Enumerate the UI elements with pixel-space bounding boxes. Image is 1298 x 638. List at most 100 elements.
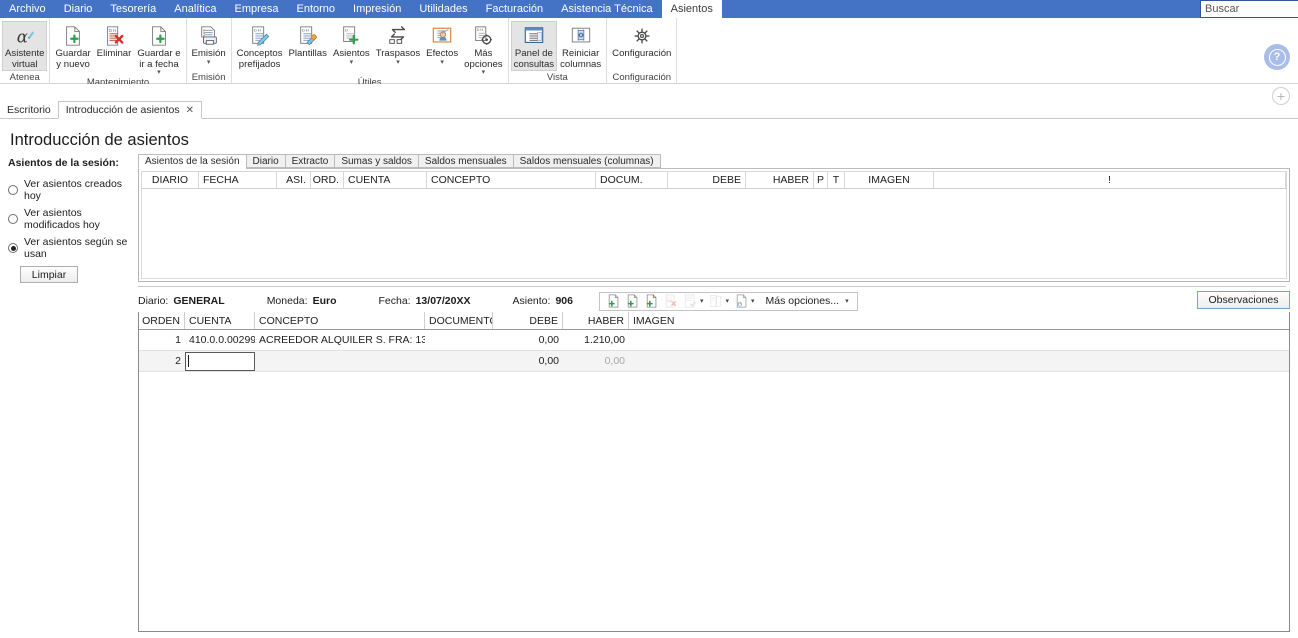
cell-haber[interactable]: 1.210,00 <box>563 330 629 350</box>
ribbon-button-conceptos-prefijados[interactable]: D H Conceptos prefijados <box>234 21 286 70</box>
ribbon-button-plantillas[interactable]: D H Plantillas <box>286 21 330 60</box>
ribbon-button-panel-de-consultas[interactable]: Panel de consultas <box>510 21 558 71</box>
radio-button-icon[interactable] <box>8 185 18 195</box>
account-cell-editor[interactable] <box>185 351 255 371</box>
chevron-down-icon[interactable]: ▾ <box>440 59 444 66</box>
search-input[interactable] <box>1201 1 1298 17</box>
column-header-haber[interactable]: HABER <box>746 172 814 188</box>
document-tab-introducci-n-de-asientos[interactable]: Introducción de asientos ✕ <box>57 101 202 119</box>
cell-haber[interactable]: 0,00 <box>563 351 629 371</box>
column-header-docum-[interactable]: DOCUM. <box>596 172 668 188</box>
entry-line-row[interactable]: 1 410.0.0.00299 ACREEDOR ALQUILER S. FRA: … <box>139 330 1289 351</box>
menu-item-utilidades[interactable]: Utilidades <box>410 0 476 18</box>
ribbon-button-emisi-n[interactable]: Emisión ▾ <box>189 21 229 66</box>
cell-imagen[interactable] <box>629 330 1289 350</box>
entry-lines-empty-area[interactable] <box>139 372 1289 631</box>
query-tab-asientos-de-la-sesi-n[interactable]: Asientos de la sesión <box>138 154 246 169</box>
query-tab-extracto[interactable]: Extracto <box>284 154 335 168</box>
close-icon[interactable]: ✕ <box>186 105 194 116</box>
line-column-header-debe[interactable]: DEBE <box>493 312 563 329</box>
ribbon-button-guardar-e-ir-a-fecha[interactable]: Guardar e ir a fecha ▾ <box>134 21 183 76</box>
ribbon-button-traspasos[interactable]: Traspasos ▾ <box>373 21 423 66</box>
chevron-down-icon[interactable]: ▾ <box>350 59 354 66</box>
help-icon[interactable]: ? <box>1264 44 1290 70</box>
entry-line-row[interactable]: 2 0,00 0,00 <box>139 351 1289 372</box>
menu-item-impresi-n[interactable]: Impresión <box>344 0 410 18</box>
menu-item-diario[interactable]: Diario <box>55 0 102 18</box>
radio-option-0[interactable]: Ver asientos creados hoy <box>8 178 134 202</box>
line-column-header-imagen[interactable]: IMAGEN <box>629 312 1289 329</box>
chevron-down-icon[interactable]: ▾ <box>725 297 729 305</box>
more-options-dropdown[interactable]: Más opciones... ▾ <box>766 295 852 307</box>
menu-item-facturaci-n[interactable]: Facturación <box>477 0 552 18</box>
chevron-down-icon[interactable]: ▾ <box>482 69 486 76</box>
cell-debe[interactable]: 0,00 <box>493 330 563 350</box>
query-tab-diario[interactable]: Diario <box>245 154 285 168</box>
clear-button[interactable]: Limpiar <box>20 266 78 283</box>
session-entries-grid[interactable]: DIARIO FECHA ASI. ORD. CUENTA CONCEPTO DOCUM. D… <box>141 171 1287 279</box>
column-header-debe[interactable]: DEBE <box>668 172 746 188</box>
ribbon-button-guardar-y-nuevo[interactable]: Guardar y nuevo <box>52 21 93 70</box>
document-tab-escritorio[interactable]: Escritorio <box>0 101 58 118</box>
cell-cuenta[interactable]: 410.0.0.00299 <box>185 330 255 350</box>
chevron-down-icon[interactable]: ▾ <box>396 59 400 66</box>
observations-button[interactable]: Observaciones <box>1197 291 1290 309</box>
menu-item-asientos[interactable]: Asientos <box>661 0 722 18</box>
column-header-imagen[interactable]: IMAGEN <box>845 172 934 188</box>
radio-option-2[interactable]: Ver asientos según se usan <box>8 236 134 260</box>
ribbon-button-efectos[interactable]: Efectos ▾ <box>423 21 461 66</box>
copy-doc-green-icon[interactable] <box>625 293 642 310</box>
radio-button-icon[interactable] <box>8 214 18 224</box>
ribbon-button-m-s-opciones[interactable]: D H Más opciones ▾ <box>461 21 505 76</box>
cell-concepto[interactable]: ACREEDOR ALQUILER S. FRA: 130701 <box>255 330 425 350</box>
column-header-ord-[interactable]: ORD. <box>311 172 344 188</box>
chevron-down-icon[interactable]: ▾ <box>845 297 849 305</box>
ribbon-button-asientos[interactable]: D Asientos ▾ <box>330 21 373 66</box>
chevron-down-icon[interactable]: ▾ <box>700 297 704 305</box>
query-tab-sumas-y-saldos[interactable]: Sumas y saldos <box>334 154 418 168</box>
chevron-down-icon[interactable]: ▾ <box>157 69 161 76</box>
column-header-fecha[interactable]: FECHA <box>199 172 277 188</box>
attach-doc-icon[interactable] <box>733 293 750 310</box>
ribbon-button-asistente-virtual[interactable]: α Asistente virtual <box>2 21 48 71</box>
column-header-t[interactable]: T <box>828 172 845 188</box>
cell-orden[interactable]: 2 <box>139 351 185 371</box>
search-box[interactable] <box>1200 0 1298 18</box>
chevron-down-icon[interactable]: ▾ <box>207 59 211 66</box>
cell-documento[interactable] <box>425 330 493 350</box>
add-doc-green-icon[interactable] <box>644 293 661 310</box>
line-column-header-documento[interactable]: DOCUMENTO <box>425 312 493 329</box>
line-column-header-concepto[interactable]: CONCEPTO <box>255 312 425 329</box>
query-tab-saldos-mensuales[interactable]: Saldos mensuales <box>417 154 513 168</box>
menu-item-anal-tica[interactable]: Analítica <box>165 0 225 18</box>
menu-item-archivo[interactable]: Archivo <box>0 0 55 18</box>
menu-item-entorno[interactable]: Entorno <box>288 0 345 18</box>
cell-documento[interactable] <box>425 351 493 371</box>
ribbon-button-eliminar[interactable]: D H Eliminar <box>94 21 135 60</box>
line-column-header-cuenta[interactable]: CUENTA <box>185 312 255 329</box>
cell-debe[interactable]: 0,00 <box>493 351 563 371</box>
chevron-down-icon[interactable]: ▾ <box>751 297 755 305</box>
line-column-header-orden[interactable]: ORDEN <box>139 312 185 329</box>
query-tab-saldos-mensuales-columnas-[interactable]: Saldos mensuales (columnas) <box>512 154 661 168</box>
cell-cuenta[interactable] <box>185 351 255 371</box>
new-doc-green-icon[interactable] <box>606 293 623 310</box>
entry-lines-grid[interactable]: ORDEN CUENTA CONCEPTO DOCUMENTO DEBE HABER IMA… <box>138 312 1290 632</box>
cell-concepto[interactable] <box>255 351 425 371</box>
radio-option-1[interactable]: Ver asientos modificados hoy <box>8 207 134 231</box>
menu-item-tesorer-a[interactable]: Tesorería <box>101 0 165 18</box>
entry-lines-rows[interactable]: 1 410.0.0.00299 ACREEDOR ALQUILER S. FRA: … <box>139 330 1289 372</box>
column-header-asi-[interactable]: ASI. <box>277 172 311 188</box>
ribbon-button-reiniciar-columnas[interactable]: Reiniciar columnas <box>557 21 604 70</box>
ribbon-button-configuraci-n[interactable]: Configuración <box>609 21 674 60</box>
column-header-concepto[interactable]: CONCEPTO <box>427 172 596 188</box>
column-header--[interactable]: ! <box>934 172 1286 188</box>
column-header-diario[interactable]: DIARIO <box>142 172 199 188</box>
column-header-p[interactable]: P <box>814 172 828 188</box>
line-column-header-haber[interactable]: HABER <box>563 312 629 329</box>
cell-imagen[interactable] <box>629 351 1289 371</box>
menu-item-asistencia-t-cnica[interactable]: Asistencia Técnica <box>552 0 662 18</box>
column-header-cuenta[interactable]: CUENTA <box>344 172 427 188</box>
session-entries-grid-body[interactable] <box>142 189 1286 278</box>
cell-orden[interactable]: 1 <box>139 330 185 350</box>
